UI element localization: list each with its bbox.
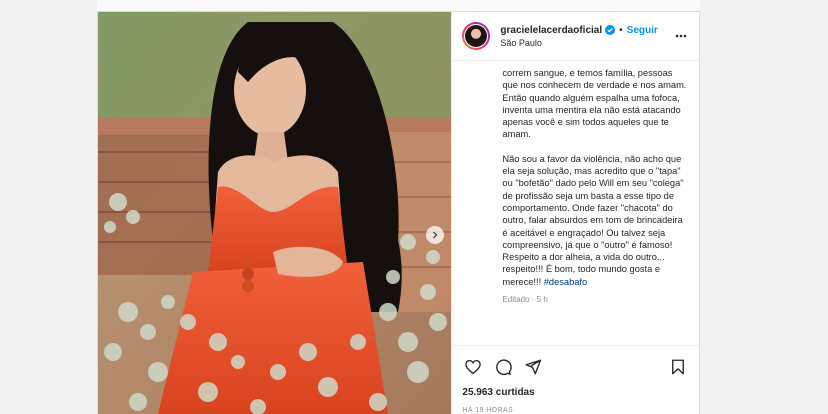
post-header: gracielelacerdaoficial • Seguir São Paul… [452,12,699,61]
post-dialog: gracielelacerdaoficial • Seguir São Paul… [97,11,700,414]
photo-illustration [98,12,452,414]
bookmark-icon [672,359,684,374]
heart-icon [465,359,482,374]
location-link[interactable]: São Paulo [500,38,673,48]
comment-icon [496,359,513,375]
avatar-ring [464,24,489,48]
left-background [0,0,97,414]
page: gracielelacerdaoficial • Seguir São Paul… [0,0,828,414]
separator-dot: • [619,24,623,36]
share-icon [525,359,542,374]
like-button[interactable] [462,356,484,378]
share-button[interactable] [522,356,544,378]
action-bar [452,345,699,387]
post-sidebar: gracielelacerdaoficial • Seguir São Paul… [451,12,699,414]
chevron-right-icon [433,231,438,239]
likes-count[interactable]: 25.963 curtidas [452,387,699,403]
post-timestamp[interactable]: HÁ 19 HORAS [452,403,699,414]
edited-label: Editado · 5 h [502,295,548,305]
caption-paragraph-3: Respeito a dor alheia, a vida do outro..… [502,251,689,288]
save-button[interactable] [667,356,689,378]
post-photo[interactable] [98,12,452,414]
next-photo-button[interactable] [426,226,444,244]
more-options-button[interactable] [673,28,689,44]
right-background [700,0,828,414]
follow-button[interactable]: Seguir [627,25,658,36]
comment-button[interactable] [492,356,514,378]
username-link[interactable]: gracielelacerdaoficial [500,25,602,36]
hashtag-link[interactable]: #desabafo [544,277,587,287]
caption: correm sangue, e temos família, pessoas … [452,61,699,345]
avatar[interactable] [462,22,491,50]
header-row: gracielelacerdaoficial • Seguir [500,25,673,36]
verified-badge-icon [605,25,616,35]
header-text: gracielelacerdaoficial • Seguir São Paul… [500,25,673,48]
caption-paragraph-1: correm sangue, e temos família, pessoas … [502,68,687,140]
avatar-image [465,25,488,47]
caption-paragraph-2: Não sou a favor da violência, não acho q… [502,153,684,250]
more-options-icon [675,34,687,38]
